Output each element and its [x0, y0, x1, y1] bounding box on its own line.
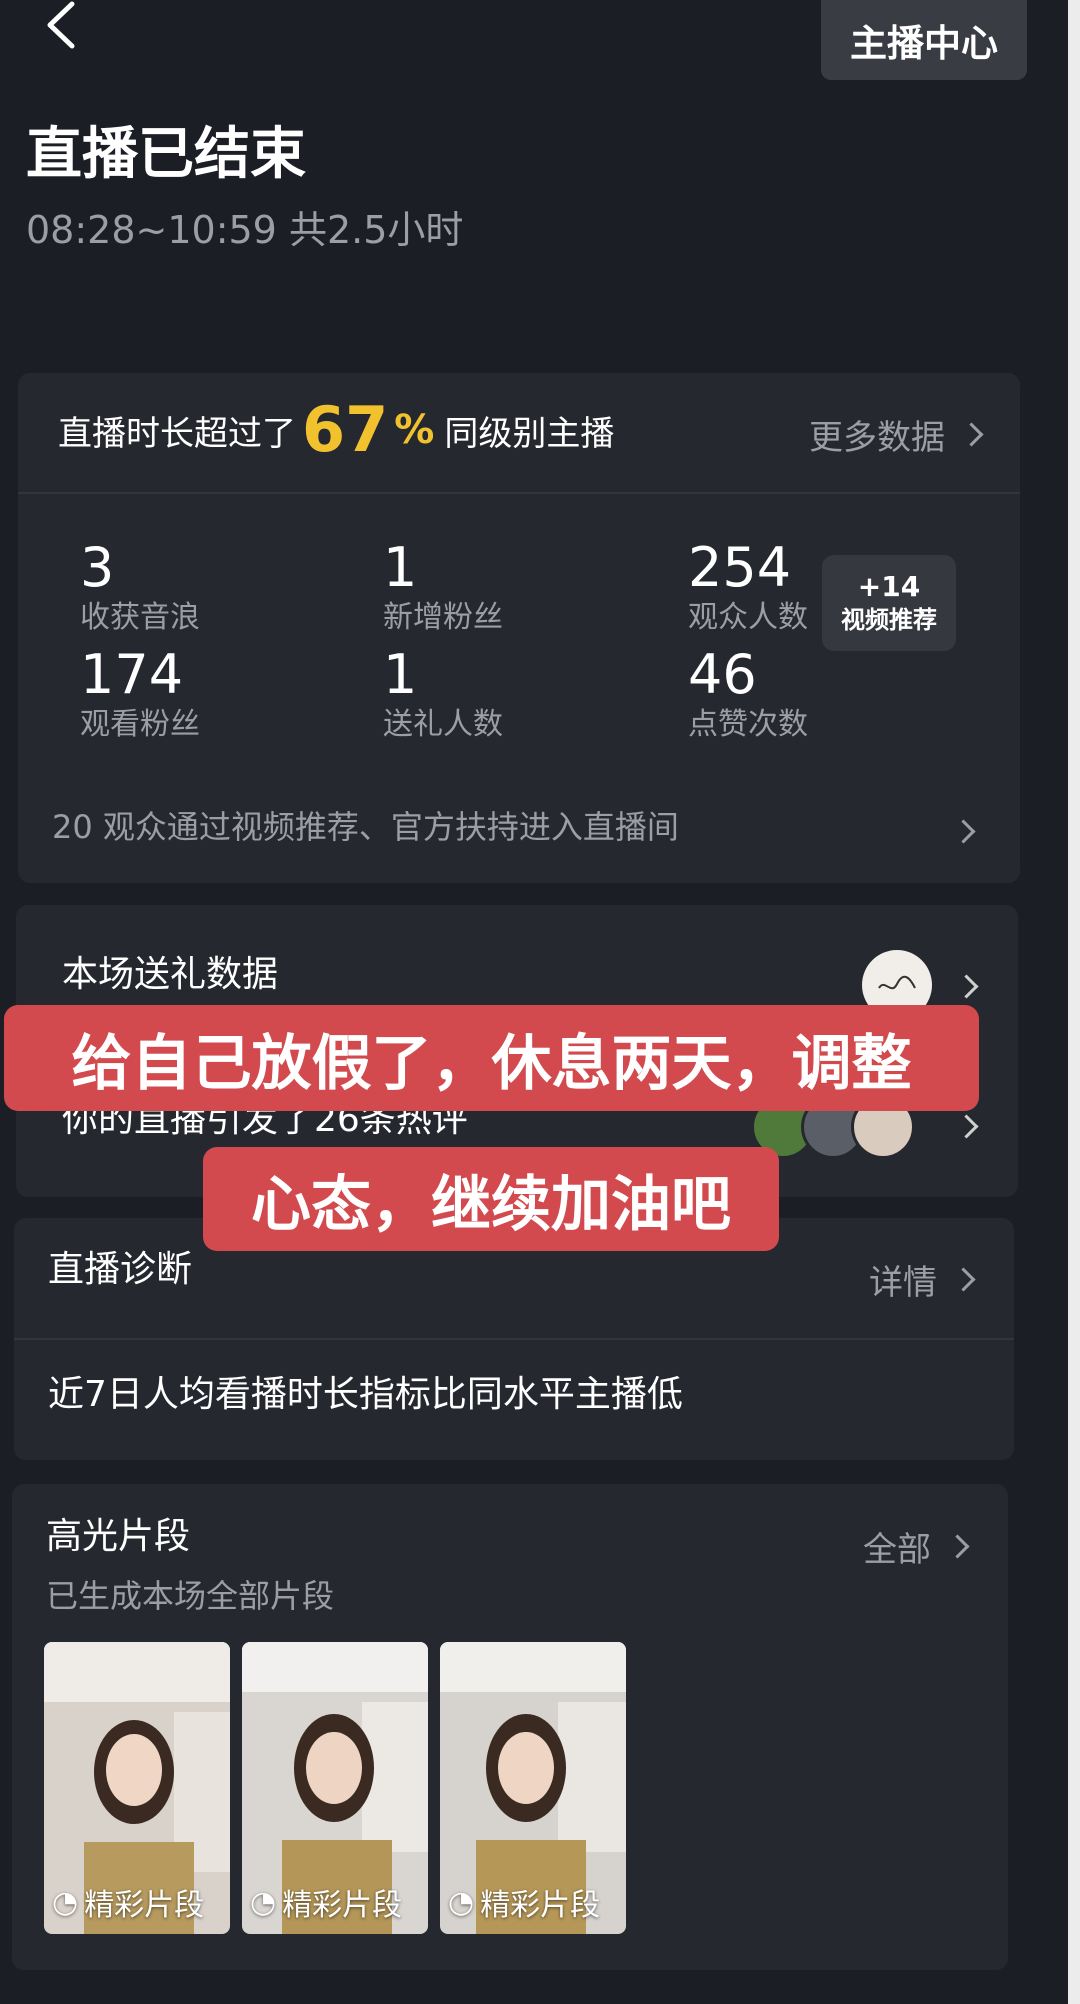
stat-label: 观众人数 [688, 600, 808, 635]
more-data-link[interactable]: 更多数据 [809, 410, 984, 459]
live-time-range: 08:28~10:59 共2.5小时 [26, 208, 464, 252]
highlight-clip-thumbnail[interactable]: ◔ 精彩片段 [440, 1642, 626, 1934]
stat-cell: 1 送礼人数 [383, 645, 503, 745]
divider [18, 492, 1020, 494]
signature-icon [878, 975, 916, 990]
chevron-left-icon [47, 1, 75, 49]
boost-value: +14 [857, 570, 921, 603]
all-label: 全部 [863, 1530, 931, 1570]
page-title: 直播已结束 [26, 122, 306, 187]
stat-cell: 174 观看粉丝 [80, 645, 200, 745]
stat-cell: 46 点赞次数 [688, 645, 808, 745]
headline-prefix: 直播时长超过了 [58, 413, 296, 454]
chevron-right-icon [951, 1267, 976, 1292]
highlight-clip-thumbnail[interactable]: ◔ 精彩片段 [44, 1642, 230, 1934]
duration-ranking-text: 直播时长超过了 67 % 同级别主播 [58, 395, 614, 465]
clip-label: ◔ 精彩片段 [250, 1880, 402, 1924]
divider [14, 1338, 1014, 1340]
headline-percent: 67 [302, 393, 389, 466]
stat-label: 点赞次数 [688, 707, 808, 742]
host-center-button[interactable]: 主播中心 [821, 0, 1027, 80]
chevron-right-icon[interactable] [954, 974, 979, 999]
headline-suffix: 同级别主播 [444, 413, 615, 454]
stat-label: 新增粉丝 [383, 600, 503, 635]
highlights-all-link[interactable]: 全部 [863, 1522, 970, 1571]
diagnosis-text: 近7日人均看播时长指标比同水平主播低 [48, 1374, 683, 1415]
stat-value: 254 [688, 536, 792, 599]
headline-percent-sign: % [394, 407, 435, 453]
chevron-right-icon[interactable] [954, 1114, 979, 1139]
stat-value: 1 [383, 643, 418, 706]
highlights-title: 高光片段 [46, 1516, 191, 1557]
clip-label-text: 精彩片段 [282, 1888, 403, 1923]
stat-value: 3 [80, 536, 115, 599]
back-button[interactable] [40, 0, 120, 60]
chevron-right-icon[interactable] [951, 819, 976, 844]
caption-overlay: 心态，继续加油吧 [203, 1147, 779, 1251]
stat-label: 观看粉丝 [80, 707, 200, 742]
highlight-clip-thumbnail[interactable]: ◔ 精彩片段 [242, 1642, 428, 1934]
stat-value: 1 [383, 536, 418, 599]
flame-icon: ◔ [52, 1884, 79, 1920]
stat-cell: 3 收获音浪 [80, 538, 200, 638]
stat-value: 174 [80, 643, 184, 706]
screen-edge [1068, 0, 1080, 2004]
gift-data-title[interactable]: 本场送礼数据 [62, 950, 278, 1000]
more-data-label: 更多数据 [809, 418, 945, 458]
clip-label-text: 精彩片段 [480, 1888, 601, 1923]
highlights-subtitle: 已生成本场全部片段 [46, 1577, 335, 1615]
stat-value: 46 [688, 643, 757, 706]
clip-label-text: 精彩片段 [84, 1888, 205, 1923]
details-label: 详情 [869, 1263, 937, 1303]
recommend-source-text[interactable]: 20 观众通过视频推荐、官方扶持进入直播间 [52, 805, 679, 849]
flame-icon: ◔ [250, 1884, 277, 1920]
stat-cell: 254 观众人数 [688, 538, 808, 638]
chevron-right-icon [959, 422, 984, 447]
stat-label: 收获音浪 [80, 600, 200, 635]
chevron-right-icon [945, 1534, 970, 1559]
diagnosis-details-link[interactable]: 详情 [869, 1255, 976, 1304]
clip-label: ◔ 精彩片段 [52, 1880, 204, 1924]
clip-label: ◔ 精彩片段 [448, 1880, 600, 1924]
stat-cell: 1 新增粉丝 [383, 538, 503, 638]
boost-label: 视频推荐 [841, 606, 937, 634]
caption-overlay: 给自己放假了，休息两天，调整 [4, 1005, 979, 1111]
diagnosis-title: 直播诊断 [48, 1249, 193, 1290]
flame-icon: ◔ [448, 1884, 475, 1920]
video-recommend-badge[interactable]: +14 视频推荐 [822, 555, 956, 651]
stat-label: 送礼人数 [383, 707, 503, 742]
